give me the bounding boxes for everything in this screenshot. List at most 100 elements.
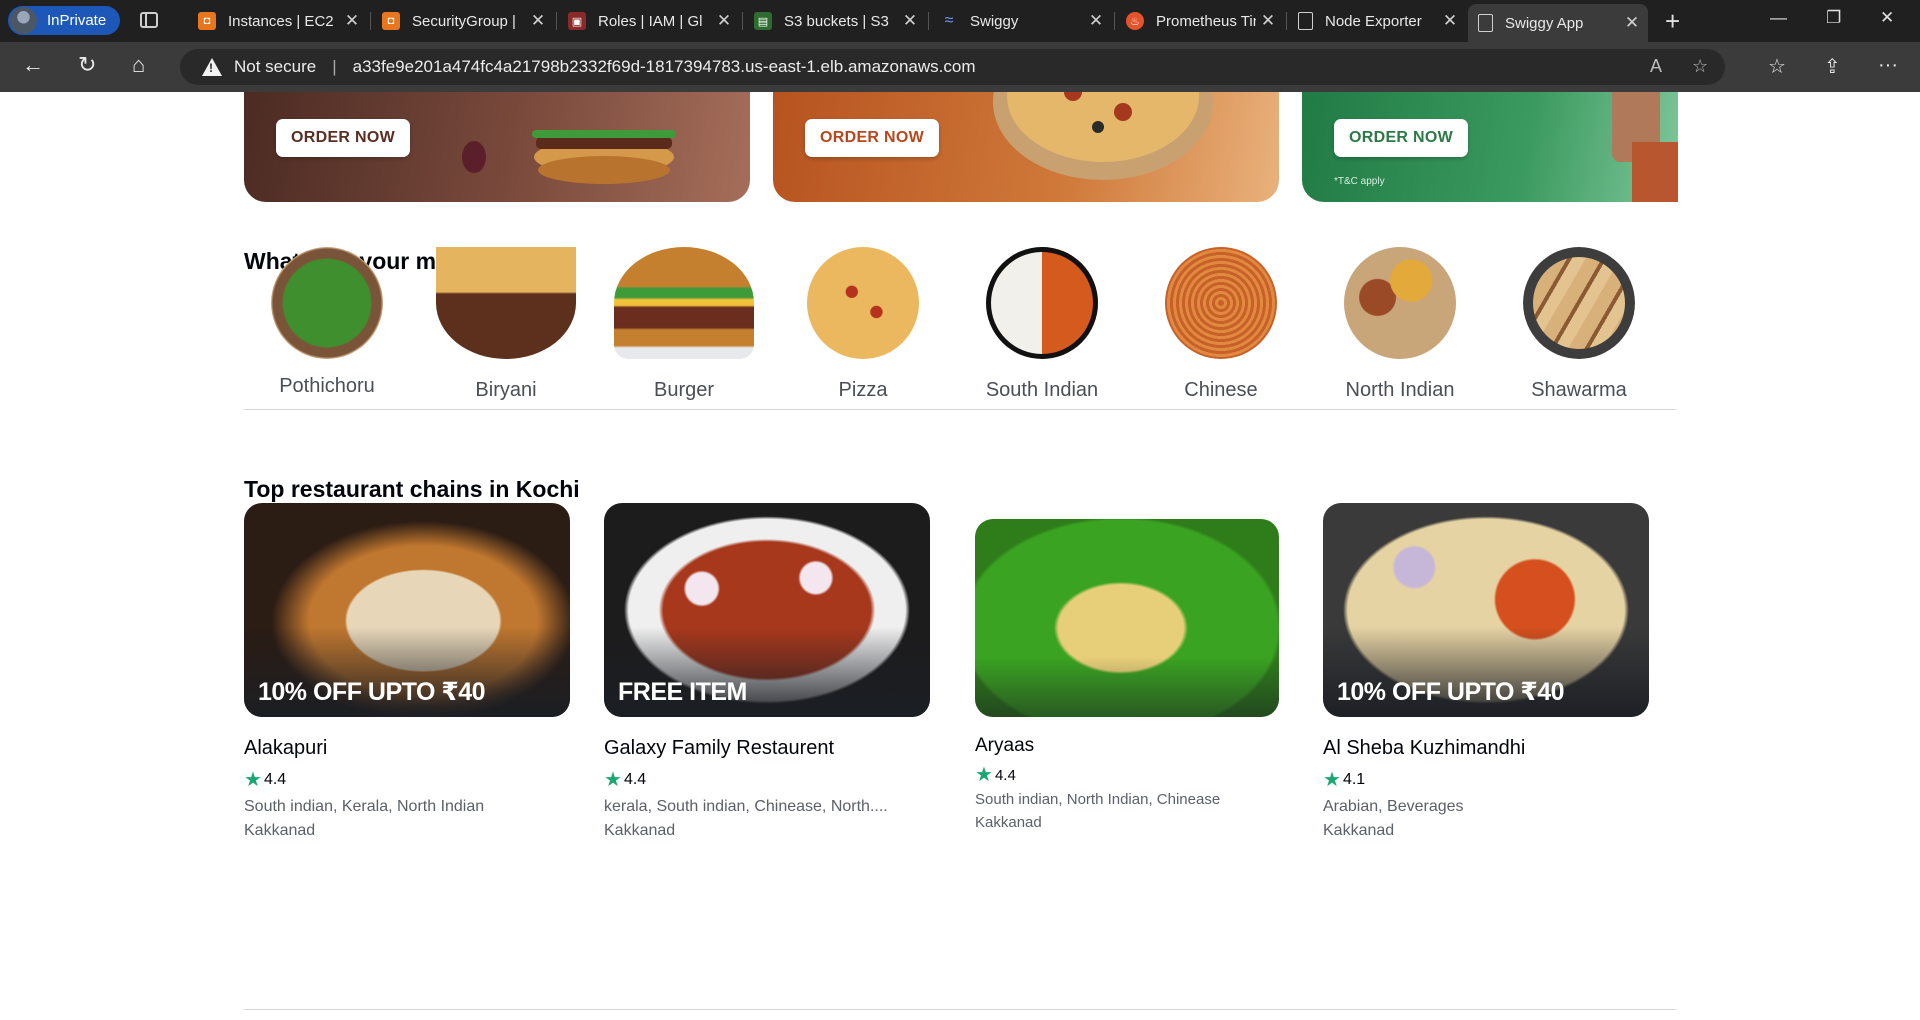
tab-securitygroup[interactable]: ◘ SecurityGroup | ✕	[372, 4, 554, 38]
area-label: Kakkanad	[604, 822, 676, 839]
terms-note: *T&C apply	[1334, 176, 1385, 187]
back-icon[interactable]: ←	[22, 52, 44, 78]
iam-icon: ▣	[568, 12, 586, 30]
star-icon: ★	[604, 769, 622, 791]
offer-label: 10% OFF UPTO ₹40	[1337, 678, 1565, 706]
tab-title: Swiggy App	[1505, 14, 1584, 32]
read-aloud-icon[interactable]: A	[1650, 56, 1662, 77]
cuisine-list: South indian, North Indian, Chinease	[975, 791, 1221, 808]
offer-label: 10% OFF UPTO ₹40	[258, 678, 486, 706]
order-now-button[interactable]: ORDER NOW	[1334, 119, 1469, 157]
close-icon[interactable]: ✕	[526, 11, 550, 31]
offer-banner-drinks[interactable]: ORDER NOW *T&C apply	[1302, 92, 1678, 202]
close-icon[interactable]: ✕	[1438, 11, 1462, 31]
offer-banner-pizza[interactable]: ORDER NOW	[773, 92, 1279, 202]
tab-instances-ec2[interactable]: ◘ Instances | EC2 ✕	[188, 4, 368, 38]
north-indian-image	[1344, 247, 1456, 359]
tab-swiggy-app[interactable]: Swiggy App ✕	[1468, 4, 1648, 42]
restaurant-image: FREE ITEM	[604, 503, 930, 717]
category-south-indian[interactable]: South Indian	[967, 247, 1117, 402]
category-chinese[interactable]: Chinese	[1146, 247, 1296, 402]
tab-swiggy[interactable]: ≈ Swiggy ✕	[930, 4, 1112, 38]
tab-actions-icon[interactable]	[140, 12, 158, 28]
category-pothichoru[interactable]: Pothichoru	[252, 247, 402, 398]
close-icon[interactable]: ✕	[1084, 11, 1108, 31]
star-icon: ★	[1323, 769, 1341, 791]
rating: ★ 4.4	[975, 765, 1279, 785]
tab-title: Swiggy	[970, 12, 1019, 30]
close-icon[interactable]: ✕	[1256, 11, 1280, 31]
offer-label: FREE ITEM	[618, 678, 747, 706]
order-now-button[interactable]: ORDER NOW	[276, 119, 411, 157]
warning-icon[interactable]	[202, 58, 222, 76]
tab-title: Instances | EC2	[228, 12, 334, 30]
more-icon[interactable]: ···	[1878, 54, 1898, 77]
offer-banner-burger[interactable]: ORDER NOW	[244, 92, 750, 202]
window-close-icon[interactable]: ✕	[1880, 8, 1894, 28]
star-icon: ★	[975, 764, 993, 786]
category-label: South Indian	[985, 379, 1099, 401]
restaurant-image	[975, 519, 1279, 717]
s3-icon: ▤	[754, 12, 772, 30]
restaurant-name: Aryaas	[975, 735, 1035, 756]
favorites-icon[interactable]: ☆	[1768, 54, 1786, 79]
tab-roles-iam[interactable]: ▣ Roles | IAM | Gl ✕	[558, 4, 740, 38]
ec2-icon: ◘	[382, 12, 400, 30]
pizza-image	[807, 247, 919, 359]
ec2-icon: ◘	[198, 12, 216, 30]
rating: ★ 4.4	[604, 770, 930, 790]
restore-icon[interactable]: ❐	[1826, 8, 1841, 28]
restaurant-image: 10% OFF UPTO ₹40	[1323, 503, 1649, 717]
close-icon[interactable]: ✕	[1620, 13, 1644, 33]
minimize-icon[interactable]: —	[1770, 8, 1787, 28]
share-icon[interactable]: ⇪	[1824, 54, 1841, 79]
chains-section-title: Top restaurant chains in Kochi	[244, 476, 580, 502]
page-icon	[1478, 14, 1493, 32]
url-text[interactable]: a33fe9e201a474fc4a21798b2332f69d-1817394…	[353, 57, 976, 77]
restaurant-name: Galaxy Family Restaurent	[604, 737, 835, 759]
restaurant-name: Alakapuri	[244, 737, 328, 759]
close-icon[interactable]: ✕	[340, 11, 364, 31]
category-north-indian[interactable]: North Indian	[1325, 247, 1475, 402]
refresh-icon[interactable]: ↻	[78, 52, 96, 78]
pothichoru-image	[271, 247, 383, 359]
category-label: Biryani	[475, 379, 537, 401]
category-biryani[interactable]: Biryani	[431, 247, 581, 402]
rating-value: 4.1	[1342, 771, 1366, 788]
restaurant-card-aryaas[interactable]: Aryaas ★ 4.4 South indian, North Indian, …	[975, 519, 1279, 831]
tab-title: SecurityGroup |	[412, 12, 516, 30]
close-icon[interactable]: ✕	[712, 11, 736, 31]
restaurant-card-alakapuri[interactable]: 10% OFF UPTO ₹40 Alakapuri ★ 4.4 South in…	[244, 503, 570, 840]
restaurant-name: Al Sheba Kuzhimandhi	[1323, 737, 1526, 759]
shawarma-image	[1523, 247, 1635, 359]
rating: ★ 4.1	[1323, 770, 1649, 790]
tab-prometheus[interactable]: ♨ Prometheus Tin ✕	[1116, 4, 1284, 38]
category-label: Burger	[653, 379, 715, 401]
tab-title: Node Exporter	[1325, 12, 1422, 30]
address-bar[interactable]: Not secure | a33fe9e201a474fc4a21798b233…	[180, 49, 1725, 85]
south-indian-image	[986, 247, 1098, 359]
tab-s3-buckets[interactable]: ▤ S3 buckets | S3 ✕	[744, 4, 926, 38]
rating-value: 4.4	[994, 766, 1016, 784]
category-pizza[interactable]: Pizza	[788, 247, 938, 402]
profile-avatar	[10, 7, 37, 34]
favorite-star-icon[interactable]: ☆	[1692, 56, 1708, 77]
restaurant-card-galaxy[interactable]: FREE ITEM Galaxy Family Restaurent ★ 4.4 …	[604, 503, 930, 840]
new-tab-icon[interactable]: +	[1665, 6, 1680, 37]
biryani-image	[436, 247, 576, 359]
category-label: Chinese	[1184, 379, 1258, 401]
security-label[interactable]: Not secure	[234, 57, 316, 77]
cuisine-list: kerala, South indian, Chinease, North...…	[604, 798, 888, 815]
section-divider	[244, 409, 1676, 410]
address-toolbar: ← ↻ ⌂ Not secure | a33fe9e201a474fc4a217…	[0, 42, 1920, 92]
order-now-button[interactable]: ORDER NOW	[805, 119, 940, 157]
category-burger[interactable]: Burger	[609, 247, 759, 402]
home-icon[interactable]: ⌂	[132, 52, 145, 78]
tab-node-exporter[interactable]: Node Exporter ✕	[1288, 4, 1466, 38]
restaurant-card-al-sheba[interactable]: 10% OFF UPTO ₹40 Al Sheba Kuzhimandhi ★ 4…	[1323, 503, 1649, 840]
category-shawarma[interactable]: Shawarma	[1504, 247, 1654, 402]
inprivate-profile-button[interactable]: InPrivate	[8, 6, 120, 35]
close-icon[interactable]: ✕	[898, 11, 922, 31]
category-label: North Indian	[1345, 379, 1455, 401]
prometheus-icon: ♨	[1126, 12, 1144, 30]
